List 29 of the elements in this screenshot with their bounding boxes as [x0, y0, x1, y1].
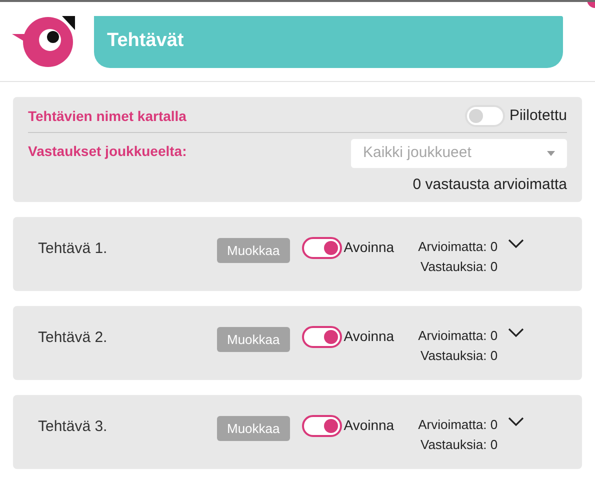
- toggle-switch[interactable]: [302, 237, 342, 259]
- summary-text: 0 vastausta arvioimatta: [412, 174, 567, 194]
- bird-logo-icon: [12, 16, 78, 68]
- toggle-label: Piilotettu: [509, 106, 567, 126]
- caret-icon: [547, 150, 555, 156]
- status-label: Avoinna: [344, 238, 394, 257]
- filter-label: Vastaukset joukkueelta:: [28, 142, 187, 161]
- task-name: Tehtävä 2.: [38, 328, 108, 348]
- unreviewed-count: Arvioimatta: 0: [418, 327, 498, 345]
- edit-button[interactable]: Muokkaa: [217, 416, 290, 441]
- page-title: Tehtävät: [107, 29, 184, 54]
- chevron-down-icon[interactable]: [508, 328, 524, 338]
- edit-button[interactable]: Muokkaa: [217, 327, 290, 352]
- answers-count: Vastauksia: 0: [420, 436, 498, 454]
- chevron-down-icon[interactable]: [508, 417, 524, 427]
- task-name: Tehtävä 3.: [38, 417, 108, 437]
- status-label: Avoinna: [344, 327, 394, 346]
- toggle-switch[interactable]: [302, 326, 342, 348]
- toggle-switch[interactable]: [302, 415, 342, 437]
- edit-button[interactable]: Muokkaa: [217, 238, 290, 263]
- unreviewed-count: Arvioimatta: 0: [418, 416, 498, 434]
- chevron-down-icon[interactable]: [508, 239, 524, 249]
- team-select[interactable]: Kaikki joukkueet: [351, 138, 567, 168]
- answers-count: Vastauksia: 0: [420, 346, 498, 364]
- answers-count: Vastauksia: 0: [420, 258, 498, 276]
- filter-label: Tehtävien nimet kartalla: [28, 106, 186, 126]
- unreviewed-count: Arvioimatta: 0: [418, 238, 498, 256]
- task-name: Tehtävä 1.: [38, 239, 108, 259]
- status-label: Avoinna: [344, 416, 394, 435]
